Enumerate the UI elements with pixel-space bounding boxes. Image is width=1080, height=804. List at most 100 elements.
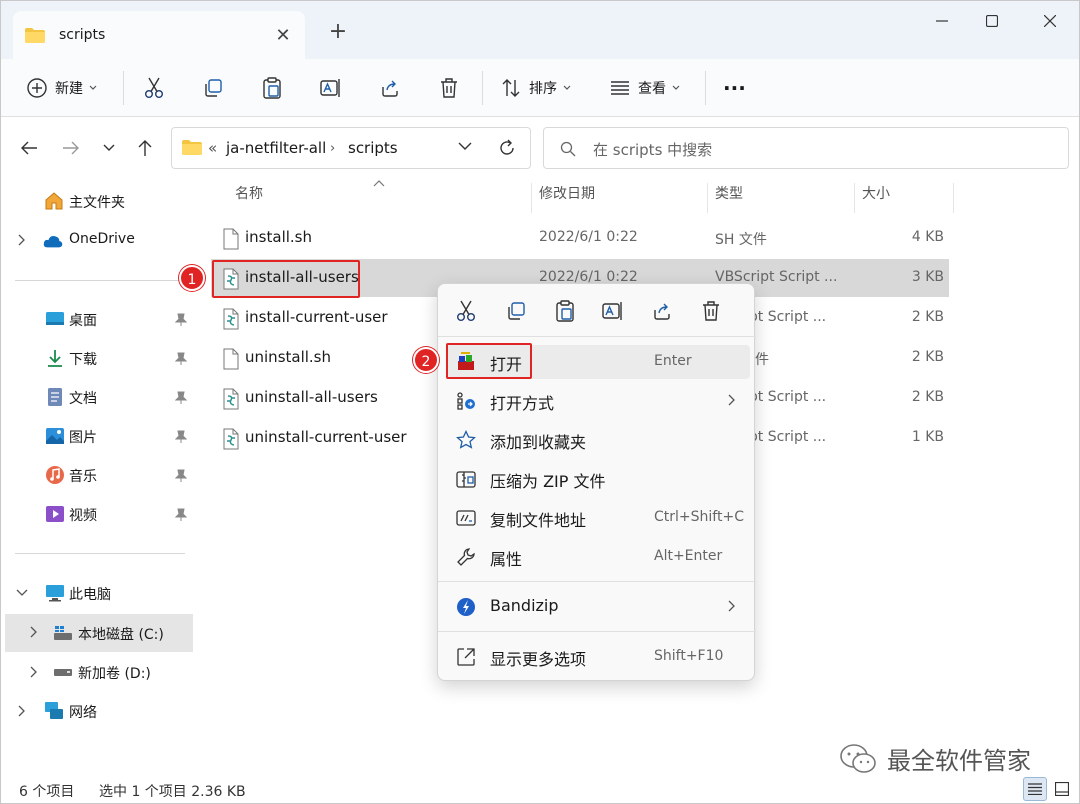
ctx-cut-button[interactable] — [450, 296, 482, 326]
file-type: ipt Script ... — [745, 309, 827, 325]
up-button[interactable] — [133, 136, 157, 160]
tab-close-icon[interactable]: ✕ — [273, 25, 293, 46]
chevron-right-icon — [728, 394, 735, 406]
chevron-down-icon[interactable] — [458, 142, 472, 151]
view-button[interactable]: 查看 — [610, 71, 680, 105]
selection-info: 选中 1 个项目 2.36 KB — [99, 784, 246, 800]
more-options-icon — [457, 648, 475, 666]
download-icon — [48, 350, 62, 367]
breadcrumb-overflow[interactable]: « — [208, 139, 217, 157]
sidebar-item-pictures[interactable]: 图片 — [1, 418, 197, 454]
sidebar-item-onedrive[interactable]: OneDrive — [1, 222, 197, 258]
file-name: uninstall-current-user — [245, 428, 407, 446]
sidebar-item-network[interactable]: 网络 — [1, 693, 197, 729]
ctx-delete-button[interactable] — [695, 296, 727, 326]
chevron-right-icon[interactable] — [30, 626, 38, 638]
pin-icon[interactable] — [175, 313, 187, 327]
breadcrumb-item[interactable]: ja-netfilter-all — [226, 139, 326, 157]
tiles-view-button[interactable] — [1050, 777, 1074, 801]
sidebar-item-downloads[interactable]: 下载 — [1, 340, 197, 376]
new-tab-button[interactable]: + — [327, 19, 349, 44]
cut-button[interactable] — [144, 71, 164, 105]
back-button[interactable] — [17, 136, 41, 160]
column-header-size[interactable]: 大小 — [862, 183, 890, 213]
file-size: 2 KB — [911, 349, 944, 365]
refresh-icon[interactable] — [498, 139, 516, 157]
ctx-item-copy-path[interactable]: 复制文件地址 Ctrl+Shift+C — [446, 501, 750, 535]
ctx-item-zip[interactable]: 压缩为 ZIP 文件 — [446, 462, 750, 496]
sidebar-divider — [15, 553, 185, 554]
cut-icon — [145, 77, 163, 98]
sort-button[interactable]: 排序 — [501, 71, 571, 105]
ctx-item-bandizip[interactable]: Bandizip — [446, 590, 750, 624]
rename-icon — [602, 302, 622, 320]
ctx-share-button[interactable] — [646, 296, 678, 326]
highlight-box-open — [446, 343, 532, 379]
ctx-item-properties[interactable]: 属性 Alt+Enter — [446, 540, 750, 574]
chevron-right-icon[interactable] — [18, 705, 26, 717]
star-icon — [456, 430, 476, 449]
ctx-copy-button[interactable] — [500, 296, 532, 326]
column-header-type[interactable]: 类型 — [715, 183, 743, 213]
pin-icon[interactable] — [175, 508, 187, 522]
tab-scripts[interactable]: scripts ✕ — [13, 11, 305, 59]
maximize-button[interactable] — [969, 7, 1015, 35]
more-button[interactable]: ··· — [723, 71, 746, 105]
recent-locations-button[interactable] — [97, 136, 121, 160]
ctx-item-more-options[interactable]: 显示更多选项 Shift+F10 — [446, 640, 750, 674]
minimize-button[interactable] — [919, 7, 965, 35]
chevron-right-icon[interactable] — [30, 666, 38, 678]
paste-button[interactable] — [262, 71, 282, 105]
step-badge-2: 2 — [413, 347, 439, 373]
column-header-name[interactable]: 名称 — [235, 183, 263, 213]
address-bar[interactable]: « ja-netfilter-all › scripts — [171, 127, 531, 169]
details-view-button[interactable] — [1023, 777, 1047, 801]
sidebar-item-label: 音乐 — [69, 469, 97, 485]
sidebar-item-this-pc[interactable]: 此电脑 — [1, 575, 197, 611]
sidebar-divider — [15, 280, 185, 281]
sidebar-item-documents[interactable]: 文档 — [1, 379, 197, 415]
rename-button[interactable] — [320, 71, 342, 105]
pin-icon[interactable] — [175, 430, 187, 444]
ctx-paste-button[interactable] — [549, 296, 581, 326]
pin-icon[interactable] — [175, 391, 187, 405]
vbscript-file-icon — [223, 308, 239, 330]
delete-button[interactable] — [439, 71, 459, 105]
breadcrumb-separator: › — [330, 141, 336, 156]
pin-icon[interactable] — [175, 469, 187, 483]
share-button[interactable] — [380, 71, 400, 105]
highlight-box-file — [212, 260, 360, 298]
pin-icon[interactable] — [175, 352, 187, 366]
ctx-rename-button[interactable] — [597, 296, 629, 326]
forward-button[interactable] — [59, 136, 83, 160]
status-bar: 6 个项目 选中 1 个项目 2.36 KB — [1, 773, 1079, 803]
sidebar-item-videos[interactable]: 视频 — [1, 496, 197, 532]
ctx-item-add-favorite[interactable]: 添加到收藏夹 — [446, 423, 750, 457]
sidebar-item-drive-d[interactable]: 新加卷 (D:) — [1, 654, 197, 690]
chevron-down-icon — [563, 85, 571, 90]
new-button[interactable]: 新建 — [27, 71, 97, 105]
chevron-right-icon[interactable] — [18, 234, 26, 246]
column-divider[interactable] — [953, 183, 954, 213]
search-box[interactable]: 在 scripts 中搜索 — [543, 127, 1069, 169]
column-divider[interactable] — [707, 183, 708, 213]
sidebar-item-home[interactable]: 主文件夹 — [1, 183, 197, 219]
file-row[interactable]: install.sh 2022/6/1 0:22 SH 文件 4 KB — [211, 219, 949, 257]
copy-button[interactable] — [203, 71, 223, 105]
chevron-down-icon[interactable] — [16, 589, 28, 597]
sidebar-item-drive-c[interactable]: 本地磁盘 (C:) — [5, 614, 193, 652]
column-header-date[interactable]: 修改日期 — [539, 183, 595, 213]
toolbar-divider — [705, 71, 706, 105]
ctx-item-open-with[interactable]: 打开方式 — [446, 384, 750, 418]
vbscript-file-icon — [223, 388, 239, 410]
file-name: uninstall-all-users — [245, 388, 378, 406]
breadcrumb-item[interactable]: scripts — [348, 139, 398, 157]
sidebar-item-music[interactable]: 音乐 — [1, 457, 197, 493]
file-size: 4 KB — [911, 229, 944, 245]
computer-icon — [46, 585, 64, 602]
context-menu-divider — [438, 631, 756, 632]
sidebar-item-desktop[interactable]: 桌面 — [1, 301, 197, 337]
column-divider[interactable] — [854, 183, 855, 213]
column-divider[interactable] — [531, 183, 532, 213]
close-window-button[interactable] — [1027, 7, 1073, 35]
